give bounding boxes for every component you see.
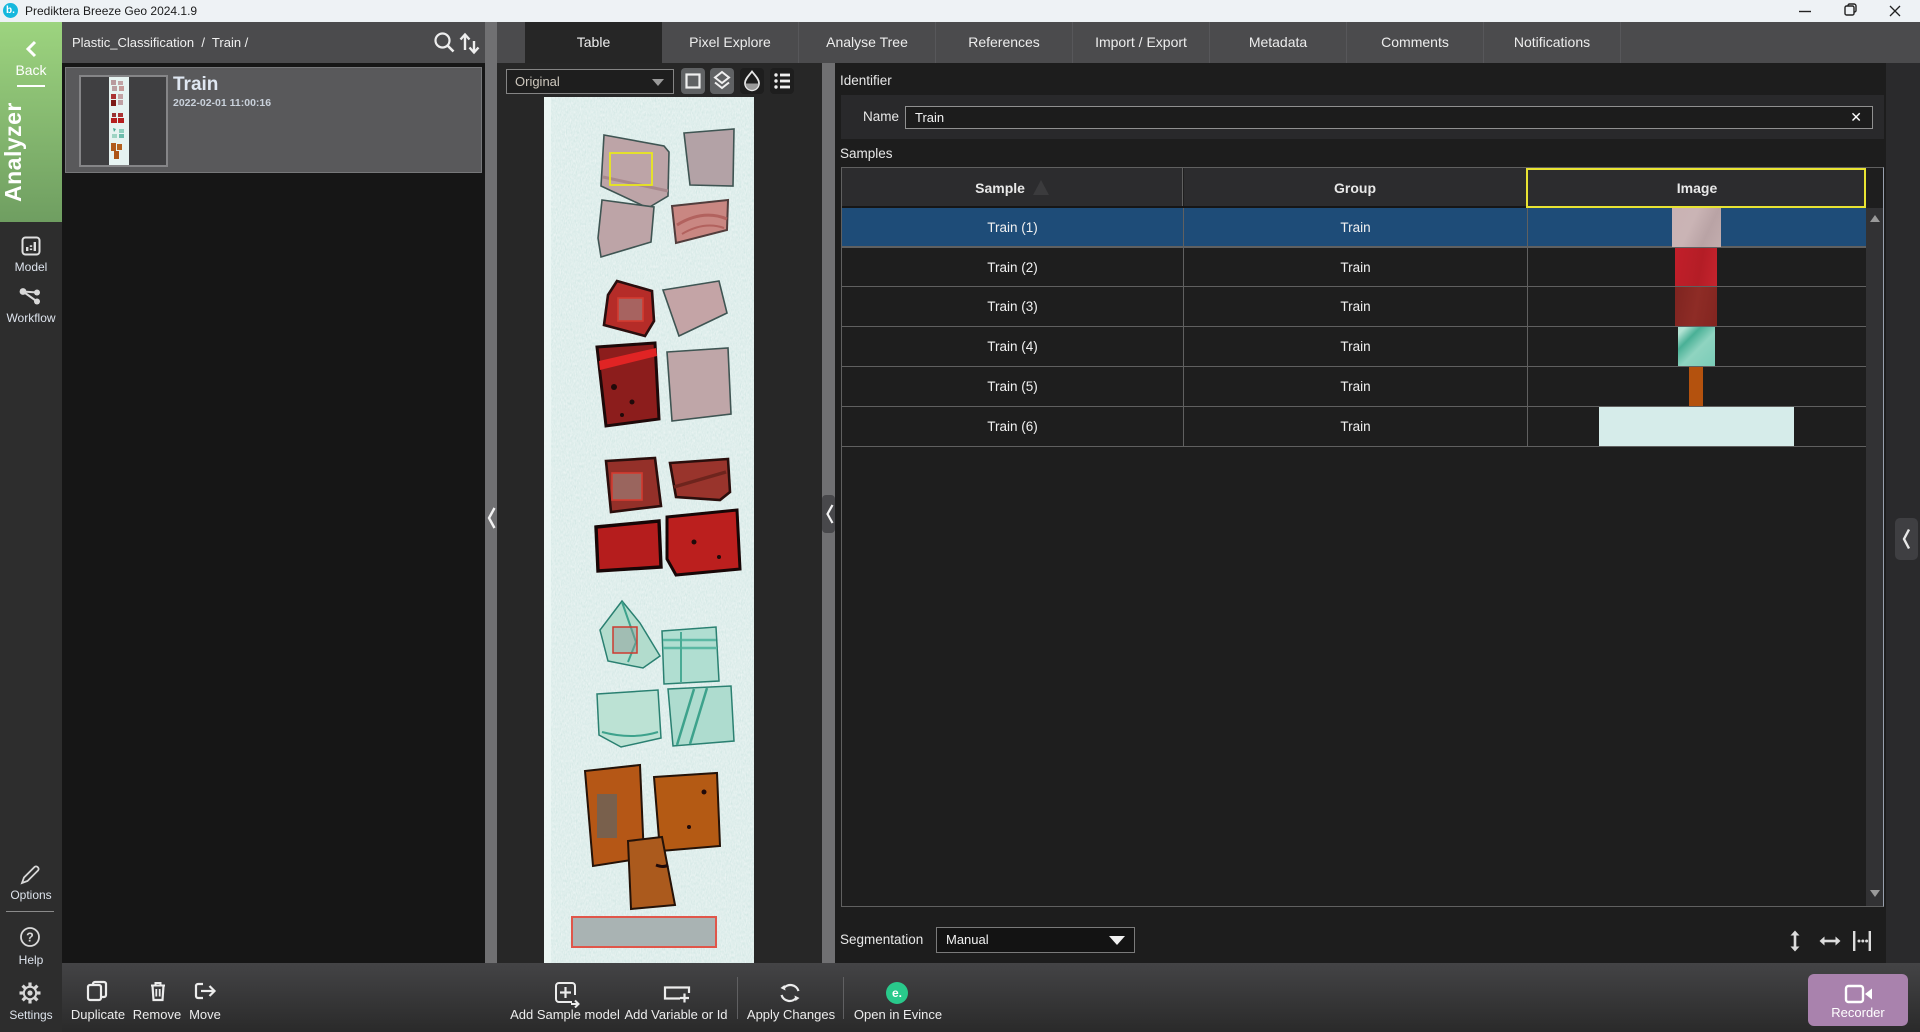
svg-text:?: ? — [26, 931, 34, 945]
